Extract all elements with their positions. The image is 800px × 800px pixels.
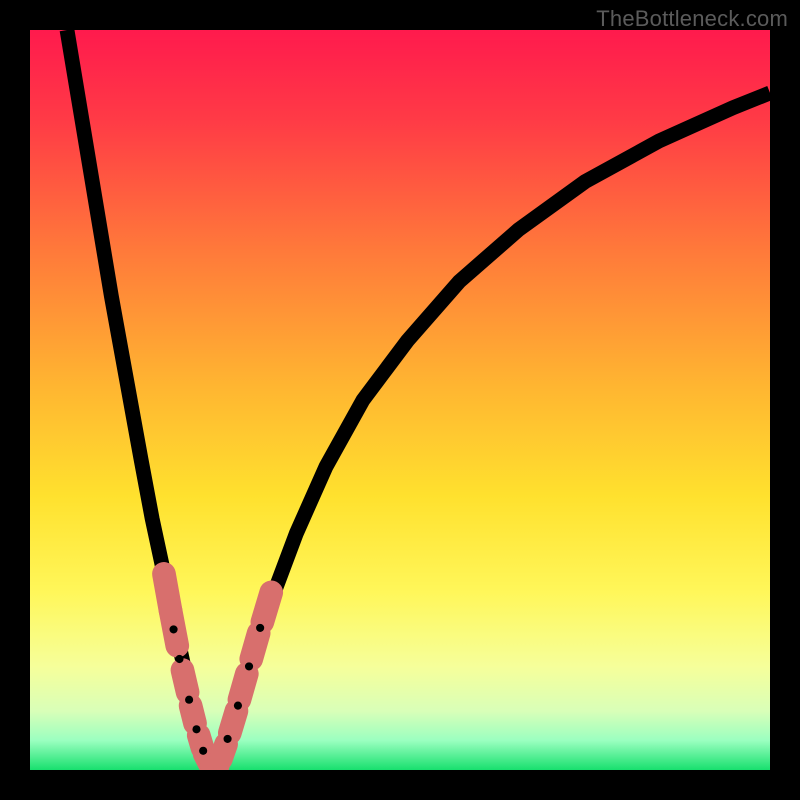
marker-dot: [185, 696, 193, 704]
plot-area: [30, 30, 770, 770]
marker-segment: [191, 706, 195, 724]
watermark-text: TheBottleneck.com: [596, 6, 788, 32]
marker-segment: [262, 592, 271, 622]
chart-frame: TheBottleneck.com: [0, 0, 800, 800]
marker-segment: [239, 674, 246, 700]
marker-group: [164, 574, 271, 765]
marker-segment: [182, 670, 187, 692]
marker-segment: [230, 711, 237, 733]
marker-segment: [251, 633, 258, 659]
curve-right-branch: [219, 93, 770, 766]
marker-dot: [175, 655, 183, 663]
marker-dot: [234, 702, 242, 710]
marker-dot: [256, 624, 264, 632]
curve-layer: [30, 30, 770, 770]
marker-segment: [221, 744, 226, 759]
marker-dot: [192, 725, 200, 733]
marker-dot: [199, 747, 207, 755]
marker-dot: [224, 735, 232, 743]
marker-dot: [169, 625, 177, 633]
marker-dot: [245, 662, 253, 670]
curve-left-branch: [67, 30, 211, 766]
